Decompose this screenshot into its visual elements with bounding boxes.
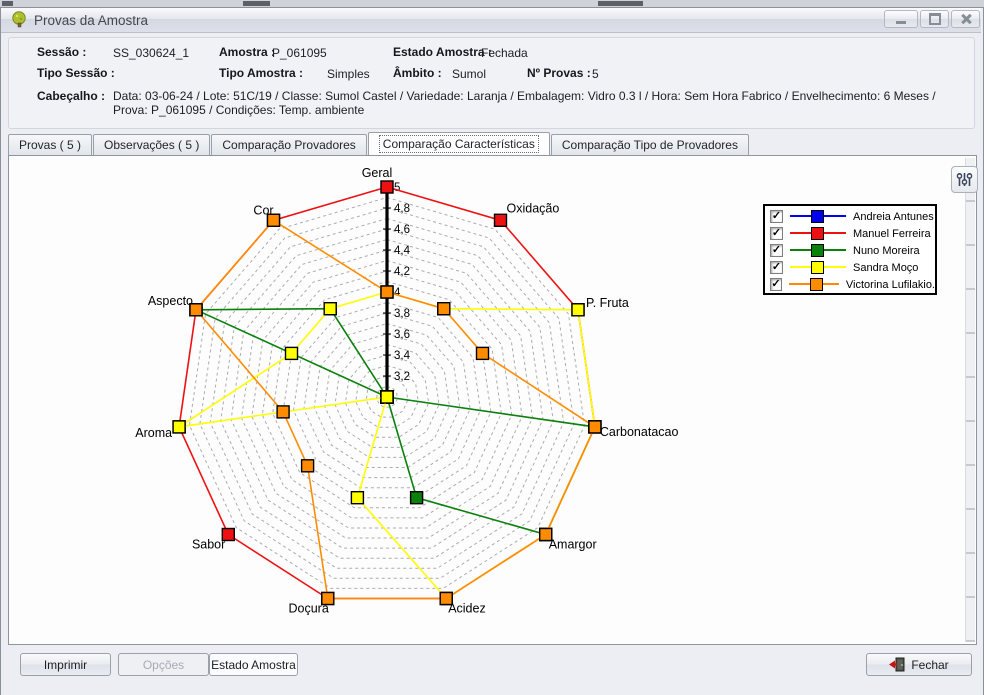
close-icon (961, 14, 971, 24)
amostra-value: P_061095 (272, 46, 327, 60)
tab-label: Comparação Tipo de Provadores (562, 138, 738, 152)
chart-options-button[interactable] (951, 166, 978, 193)
tab-strip: Provas ( 5 ) Observações ( 5 ) Comparação … (8, 133, 750, 155)
background-window-fragment (598, 1, 643, 6)
screen: Provas da Amostra Sessão : SS_030624_1 A… (0, 0, 984, 695)
amostra-label: Amostra : (219, 45, 275, 59)
legend-checkbox-0[interactable]: ✓ (770, 210, 783, 223)
legend-checkbox-1[interactable]: ✓ (770, 227, 783, 240)
tipo-amostra-value: Simples (327, 67, 370, 81)
cabecalho-value: Data: 03-06-24 / Lote: 51C/19 / Classe: … (113, 90, 943, 117)
num-provas-value: 5 (592, 67, 599, 81)
maximize-icon (929, 13, 941, 25)
estado-amostra-label: Estado Amostra : (393, 45, 492, 59)
legend-item: ✓ Andreia Antunes (765, 208, 935, 225)
num-provas-label: Nº Provas : (527, 66, 591, 80)
tab-3[interactable]: Comparação Características (368, 132, 550, 155)
sliders-icon (956, 171, 973, 188)
legend-item: ✓ Nuno Moreira (765, 242, 935, 259)
sessao-label: Sessão : (37, 45, 86, 59)
right-ruler (965, 158, 975, 642)
fechar-button[interactable]: Fechar (866, 653, 972, 676)
app-tree-icon (11, 11, 28, 28)
minimize-icon (896, 21, 906, 24)
series-swatch (789, 278, 839, 291)
tab-label: Observações ( 5 ) (104, 138, 199, 152)
legend-label: Sandra Moço (853, 262, 918, 274)
cabecalho-label: Cabeçalho : (37, 89, 105, 103)
series-swatch (790, 244, 846, 257)
sessao-value: SS_030624_1 (113, 46, 189, 60)
background-window-fragment (2, 1, 13, 6)
estado-amostra-value: Fechada (481, 46, 528, 60)
tab-label: Comparação Provadores (222, 138, 355, 152)
imprimir-button[interactable]: Imprimir (20, 653, 111, 676)
legend-label: Victorina Lufilakio. (846, 279, 935, 291)
series-legend: ✓ Andreia Antunes ✓ Manuel Ferreira ✓ Nuno Mo… (763, 204, 937, 295)
window-title: Provas da Amostra (34, 13, 148, 28)
close-button[interactable] (951, 10, 980, 28)
legend-checkbox-2[interactable]: ✓ (770, 244, 783, 257)
opcoes-button[interactable]: Opções (118, 653, 209, 676)
tab-4[interactable]: Comparação Tipo de Provadores (551, 134, 749, 155)
tipo-sessao-label: Tipo Sessão : (37, 66, 115, 80)
legend-item: ✓ Victorina Lufilakio. (765, 276, 935, 293)
legend-item: ✓ Sandra Moço (765, 259, 935, 276)
legend-label: Manuel Ferreira (853, 228, 931, 240)
tab-label: Comparação Características (379, 135, 539, 153)
estado-amostra-button[interactable]: Estado Amostra (209, 653, 298, 676)
legend-item: ✓ Manuel Ferreira (765, 225, 935, 242)
ambito-label: Âmbito : (393, 66, 442, 80)
legend-label: Andreia Antunes (853, 211, 934, 223)
series-swatch (790, 210, 846, 223)
minimize-button[interactable] (884, 10, 918, 28)
tab-label: Provas ( 5 ) (19, 138, 81, 152)
tipo-amostra-label: Tipo Amostra : (219, 66, 303, 80)
tab-2[interactable]: Comparação Provadores (211, 134, 366, 155)
legend-checkbox-4[interactable]: ✓ (770, 278, 782, 291)
legend-checkbox-3[interactable]: ✓ (770, 261, 783, 274)
legend-label: Nuno Moreira (853, 245, 920, 257)
background-window-fragment (243, 1, 270, 6)
fechar-label: Fechar (911, 658, 948, 672)
series-swatch (790, 227, 846, 240)
ambito-value: Sumol (452, 67, 486, 81)
exit-door-icon (889, 657, 905, 672)
tab-1[interactable]: Observações ( 5 ) (93, 134, 210, 155)
maximize-button[interactable] (920, 10, 949, 28)
tab-0[interactable]: Provas ( 5 ) (8, 134, 92, 155)
series-swatch (790, 261, 846, 274)
